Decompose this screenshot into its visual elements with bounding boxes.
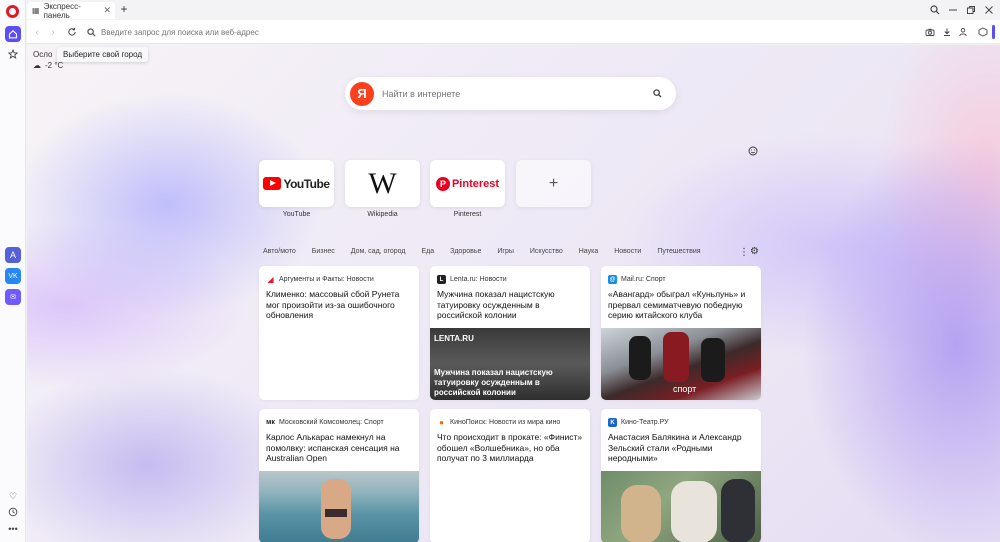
wikipedia-logo-icon: W	[368, 166, 397, 200]
news-title: Клименко: массовый сбой Рунета мог произ…	[266, 289, 400, 320]
vk-icon[interactable]: VK	[5, 268, 21, 284]
news-image: LENTA.RU Мужчина показал нацистскую тату…	[430, 328, 590, 400]
speed-dial-label: YouTube	[282, 211, 311, 218]
news-source: Кино-Театр.РУ	[621, 419, 669, 426]
search-submit-icon[interactable]	[650, 87, 664, 101]
search-box: Я	[345, 77, 676, 110]
speed-dial-wikipedia[interactable]: W	[345, 160, 420, 207]
forward-icon[interactable]: ›	[47, 26, 59, 38]
news-categories: Авто/мото Бизнес Дом, сад, огород Еда Зд…	[263, 248, 701, 255]
close-tab-icon[interactable]: ✕	[103, 5, 111, 16]
speed-dial-page: Осло Выберите свой город ☁ -2 °C Я YouTu…	[27, 45, 1000, 542]
address-bar: ‹ ›	[27, 20, 1000, 44]
category-games[interactable]: Игры	[497, 248, 514, 255]
speed-dial-label: Wikipedia	[367, 211, 398, 218]
aria-icon[interactable]: A	[5, 247, 21, 263]
kinopoisk-logo-icon: ●	[437, 418, 446, 427]
youtube-logo-icon: YouTube	[263, 177, 330, 191]
news-card[interactable]: ● КиноПоиск: Новости из мира кино Что пр…	[430, 409, 590, 542]
grid-icon: ▦	[32, 6, 40, 15]
speed-dial-pinterest[interactable]: P Pinterest	[430, 160, 505, 207]
camera-icon[interactable]	[924, 26, 936, 38]
category-business[interactable]: Бизнес	[312, 248, 335, 255]
heart-icon[interactable]: ♡	[5, 488, 21, 504]
pinterest-logo-icon: P Pinterest	[435, 176, 499, 191]
opera-logo-icon[interactable]	[6, 5, 19, 18]
speed-dial-label: Pinterest	[453, 211, 482, 218]
reload-icon[interactable]	[66, 26, 78, 38]
lenta-brand: LENTA.RU	[434, 334, 474, 343]
category-home[interactable]: Дом, сад, огород	[351, 248, 406, 255]
url-input[interactable]	[101, 25, 501, 39]
more-vertical-icon[interactable]: ⋮	[739, 247, 749, 258]
emoji-icon[interactable]	[747, 145, 759, 157]
messenger-icon[interactable]: ✉	[5, 289, 21, 305]
news-image: спорт	[601, 328, 761, 400]
category-travel[interactable]: Путешествия	[657, 248, 700, 255]
tab-bar: ▦ Экспресс-панель ✕ +	[0, 0, 1000, 20]
close-window-icon[interactable]	[982, 3, 996, 17]
news-image	[259, 471, 419, 542]
category-food[interactable]: Еда	[421, 248, 434, 255]
news-source: Аргументы и Факты: Новости	[279, 276, 374, 283]
news-source: КиноПоиск: Новости из мира кино	[450, 419, 561, 426]
image-caption: Мужчина показал нацистскую татуировку ос…	[434, 368, 553, 397]
news-title: Анастасия Балякина и Александр Зельский …	[608, 432, 742, 463]
restore-icon[interactable]	[964, 3, 978, 17]
news-title: Что происходит в прокате: «Финист» обоше…	[437, 432, 583, 463]
aif-logo-icon: ◢	[266, 275, 275, 284]
sidebar: A VK ✉ ♡ •••	[0, 0, 26, 542]
history-icon[interactable]	[5, 504, 21, 520]
search-icon	[85, 26, 97, 38]
sport-watermark: спорт	[673, 384, 697, 394]
kinoteatr-logo-icon: K	[608, 418, 617, 427]
cloud-icon: ☁	[33, 61, 41, 70]
add-site-button[interactable]: +	[516, 160, 591, 207]
category-health[interactable]: Здоровье	[450, 248, 481, 255]
news-title: Карлос Алькарас намекнул на помолвку: ис…	[266, 432, 400, 463]
category-auto[interactable]: Авто/мото	[263, 248, 296, 255]
category-art[interactable]: Искусство	[530, 248, 563, 255]
city-tooltip[interactable]: Выберите свой город	[57, 47, 149, 62]
news-card[interactable]: L Lenta.ru: Новости Мужчина показал наци…	[430, 266, 590, 400]
profile-icon[interactable]	[957, 26, 969, 38]
back-icon[interactable]: ‹	[31, 26, 43, 38]
minimize-icon[interactable]	[946, 3, 960, 17]
speed-dial-youtube[interactable]: YouTube	[259, 160, 334, 207]
news-card[interactable]: K Кино-Театр.РУ Анастасия Балякина и Але…	[601, 409, 761, 542]
more-icon[interactable]: •••	[5, 521, 21, 537]
weather-city[interactable]: Осло	[33, 50, 52, 59]
sidebar-toggle[interactable]	[992, 25, 995, 39]
mk-logo-icon: мк	[266, 418, 275, 427]
mailru-logo-icon: @	[608, 275, 617, 284]
weather-temp: -2 °C	[45, 61, 64, 70]
news-title: «Авангард» обыграл «Куньлунь» и прервал …	[608, 289, 746, 320]
news-source: Lenta.ru: Новости	[450, 276, 507, 283]
new-tab-button[interactable]: +	[118, 3, 130, 15]
search-tabs-icon[interactable]	[928, 3, 942, 17]
category-news[interactable]: Новости	[614, 248, 641, 255]
home-icon[interactable]	[5, 26, 21, 42]
news-title: Мужчина показал нацистскую татуировку ос…	[437, 289, 555, 320]
download-icon[interactable]	[941, 26, 953, 38]
extensions-icon[interactable]	[977, 26, 989, 38]
news-card[interactable]: @ Mail.ru: Спорт «Авангард» обыграл «Кун…	[601, 266, 761, 400]
tab-title: Экспресс-панель	[43, 1, 81, 20]
tab-speed-dial[interactable]: ▦ Экспресс-панель ✕	[27, 1, 115, 20]
news-card[interactable]: ◢ Аргументы и Факты: Новости Клименко: м…	[259, 266, 419, 400]
settings-gear-icon[interactable]: ⚙	[750, 246, 759, 257]
news-card[interactable]: мк Московский Комсомолец: Спорт Карлос А…	[259, 409, 419, 542]
lenta-logo-icon: L	[437, 275, 446, 284]
news-image	[601, 471, 761, 542]
news-source: Московский Комсомолец: Спорт	[279, 419, 384, 426]
star-icon[interactable]	[5, 46, 21, 62]
category-science[interactable]: Наука	[579, 248, 598, 255]
news-source: Mail.ru: Спорт	[621, 276, 666, 283]
weather-widget[interactable]: ☁ -2 °C	[33, 61, 63, 70]
search-input[interactable]	[382, 88, 650, 99]
yandex-logo-icon[interactable]: Я	[350, 81, 374, 106]
